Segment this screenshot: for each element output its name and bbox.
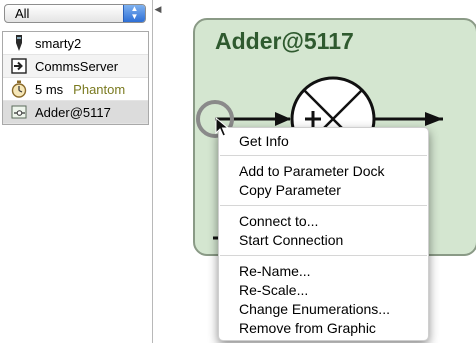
list-item-smarty2[interactable]: smarty2 xyxy=(3,32,148,55)
filter-dropdown-value: All xyxy=(15,6,30,21)
updown-arrows-icon: ▲ ▼ xyxy=(123,5,145,22)
menu-item-rename[interactable]: Re-Name... xyxy=(239,262,311,280)
menu-item-change-enumerations[interactable]: Change Enumerations... xyxy=(239,300,390,318)
menu-item-remove-from-graphic[interactable]: Remove from Graphic xyxy=(239,319,376,337)
menu-item-add-to-parameter-dock[interactable]: Add to Parameter Dock xyxy=(239,162,385,180)
menu-separator xyxy=(220,205,427,206)
list-item-label: CommsServer xyxy=(35,58,119,74)
list-item-adder[interactable]: Adder@5117 xyxy=(3,101,148,124)
menu-item-rescale[interactable]: Re-Scale... xyxy=(239,281,308,299)
menu-item-copy-parameter[interactable]: Copy Parameter xyxy=(239,181,341,199)
input-arrow-icon xyxy=(275,112,291,126)
menu-item-connect-to[interactable]: Connect to... xyxy=(239,212,318,230)
phantom-status: Phantom xyxy=(73,81,126,97)
list-item-5ms[interactable]: 5 ms Phantom xyxy=(3,78,148,101)
filter-dropdown[interactable]: All ▲ ▼ xyxy=(4,4,146,23)
list-item-label: smarty2 xyxy=(35,35,82,51)
adder-block-icon xyxy=(10,103,28,121)
scroll-left-arrow-icon[interactable]: ◀ xyxy=(152,4,164,16)
stopwatch-icon xyxy=(10,80,28,98)
list-item-commsserver[interactable]: CommsServer xyxy=(3,55,148,78)
output-arrow-icon xyxy=(425,112,443,126)
context-menu: Get Info Add to Parameter Dock Copy Para… xyxy=(218,127,429,341)
node-list: smarty2 CommsServer 5 ms Phantom Adder@5… xyxy=(2,31,149,125)
list-item-label: 5 ms xyxy=(35,81,64,97)
menu-separator xyxy=(220,155,427,156)
left-panel: All ▲ ▼ smarty2 CommsServer 5 ms Phantom… xyxy=(0,0,153,343)
menu-item-start-connection[interactable]: Start Connection xyxy=(239,231,343,249)
menu-item-get-info[interactable]: Get Info xyxy=(239,132,289,150)
menu-separator xyxy=(220,255,427,256)
mouse-pointer-icon xyxy=(215,117,229,137)
pen-icon xyxy=(10,34,28,52)
exit-arrow-icon xyxy=(10,57,28,75)
list-item-label: Adder@5117 xyxy=(35,104,111,120)
